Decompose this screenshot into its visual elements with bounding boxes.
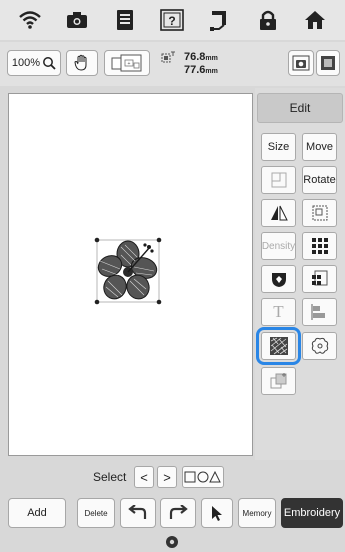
select-by-shape-button[interactable] (182, 466, 224, 488)
applique-icon (270, 270, 288, 288)
outline-icon (310, 336, 330, 356)
embroidery-canvas[interactable] (8, 93, 253, 456)
fill-stipple-icon (269, 336, 289, 356)
hibiscus-design[interactable] (94, 237, 162, 305)
lock-icon[interactable] (254, 6, 282, 34)
select-pointer-button[interactable] (201, 498, 233, 528)
move-button[interactable]: Move (302, 133, 337, 161)
duplicate-icon (269, 372, 289, 390)
thread-icon[interactable] (206, 6, 234, 34)
bottom-action-bar: Add Delete Memory Embroidery (0, 496, 345, 532)
outline-button[interactable] (302, 332, 337, 360)
select-next-button[interactable]: > (157, 466, 177, 488)
top-icon-bar: ? (0, 0, 345, 40)
density-button[interactable]: Density (261, 232, 296, 260)
select-previous-button[interactable]: < (134, 466, 154, 488)
select-label: Select (93, 470, 127, 484)
layout-icon: + (110, 53, 144, 73)
select-row: Select < > (0, 462, 345, 492)
height-readout: 77.6mm (184, 64, 218, 76)
text-edit-button[interactable]: T (261, 298, 296, 326)
document-icon[interactable] (111, 6, 139, 34)
redo-button[interactable] (160, 498, 196, 528)
camera-scan-icon (292, 55, 310, 71)
embroidery-button[interactable]: Embroidery (281, 498, 343, 528)
camera-icon[interactable] (63, 6, 91, 34)
design-size-readout: 76.8mm 77.6mm (160, 51, 250, 79)
duplicate-button[interactable] (261, 367, 296, 395)
help-icon[interactable]: ? (158, 6, 186, 34)
zoom-button[interactable]: 100% (7, 50, 61, 76)
undo-icon (128, 505, 148, 521)
shapes-icon (184, 470, 222, 484)
svg-text:?: ? (169, 14, 176, 28)
tab-edit[interactable]: Edit (257, 93, 343, 123)
undo-button[interactable] (120, 498, 156, 528)
layout-grid-button[interactable]: + (104, 50, 150, 76)
mirror-button[interactable] (261, 199, 296, 227)
memory-button[interactable]: Memory (238, 498, 276, 528)
applique-button[interactable] (261, 265, 296, 293)
border-icon (311, 204, 329, 222)
screen-icon (320, 55, 336, 71)
screen-view-button[interactable] (316, 50, 340, 76)
svg-text:+: + (128, 61, 131, 67)
array-icon (311, 237, 329, 255)
width-value: 76.8 (184, 51, 206, 63)
wifi-icon[interactable] (16, 6, 44, 34)
delete-button[interactable]: Delete (77, 498, 115, 528)
width-readout: 76.8mm (184, 51, 218, 63)
resize-frame-button[interactable] (261, 166, 296, 194)
pointer-icon (210, 505, 224, 521)
size-button[interactable]: Size (261, 133, 296, 161)
height-unit: mm (205, 68, 218, 75)
camera-scan-button[interactable] (288, 50, 314, 76)
color-sort-icon (311, 270, 329, 288)
home-icon[interactable] (301, 6, 329, 34)
add-button[interactable]: Add (8, 498, 66, 528)
height-value: 77.6 (184, 64, 206, 76)
pan-hand-button[interactable] (66, 50, 98, 76)
fill-stipple-button[interactable] (256, 327, 301, 365)
align-icon (310, 303, 329, 321)
zoom-label: 100% (11, 57, 41, 69)
size-icon (160, 51, 176, 70)
array-button[interactable] (302, 232, 337, 260)
width-unit: mm (205, 55, 218, 62)
rotate-button[interactable]: Rotate (302, 166, 337, 194)
hand-icon (74, 54, 90, 72)
edit-panel: Edit Size Move Rotate Density T (255, 88, 345, 460)
magnifier-icon (42, 56, 56, 70)
redo-icon (168, 505, 188, 521)
resize-frame-icon (270, 171, 288, 189)
color-sort-button[interactable] (302, 265, 337, 293)
mirror-icon (269, 204, 289, 222)
align-button[interactable] (302, 298, 337, 326)
border-button[interactable] (302, 199, 337, 227)
view-toolbar: 100% + 76.8mm 77.6mm (0, 42, 345, 86)
settings-gear-icon[interactable] (165, 535, 179, 549)
